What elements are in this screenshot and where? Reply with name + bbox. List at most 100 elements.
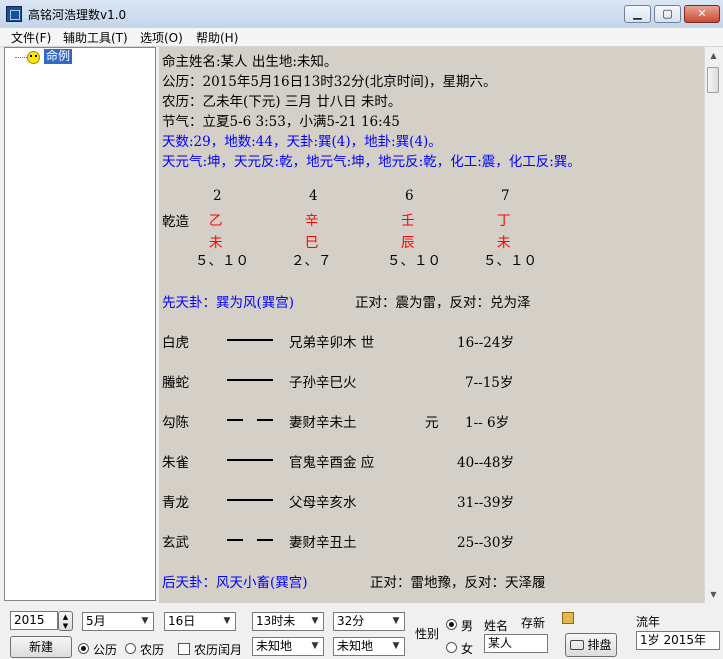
female-label: 女	[461, 642, 474, 656]
yao-mark: 元	[425, 415, 439, 431]
minute-value: 32分	[337, 614, 365, 628]
place1-value: 未知地	[256, 639, 293, 653]
chevron-down-icon: ▼	[392, 641, 400, 651]
year-value: 2015	[14, 613, 45, 627]
bazi-branch: 未	[209, 235, 223, 251]
yao-text: 官鬼辛酉金 应	[289, 455, 375, 471]
yao-text: 妻财辛未土	[289, 415, 357, 431]
title-bar: 高铭河浩理数v1.0 ▁ ▢ ✕	[0, 0, 723, 29]
yao-broken-line	[257, 539, 273, 541]
menu-tools[interactable]: 辅助工具(T)	[63, 29, 128, 46]
female-radio[interactable]	[446, 642, 457, 653]
yao-god: 白虎	[162, 335, 189, 351]
bazi-stem: 丁	[497, 213, 511, 229]
bazi-stem: 壬	[401, 213, 415, 229]
gongli-label: 公历	[93, 643, 118, 657]
pre-gua-title: 先天卦：巽为风(巽宫)	[162, 295, 295, 311]
yao-broken-line	[227, 419, 243, 421]
minimize-button[interactable]: ▁	[624, 5, 651, 23]
info-solar-terms: 节气：立夏5-6 3:53，小满5-21 16:45	[162, 114, 400, 130]
app-icon	[6, 6, 22, 22]
day-value: 16日	[168, 614, 196, 628]
runyue-checkbox[interactable]	[178, 643, 190, 655]
post-gua-title: 后天卦：风天小畜(巽宫)	[162, 575, 308, 591]
bazi-pair: ２、７	[291, 253, 332, 269]
yao-age: 16--24岁	[457, 335, 514, 351]
paipan-label: 排盘	[587, 638, 612, 652]
yao-solid-line	[227, 379, 273, 381]
liunian-label: 流年	[636, 615, 661, 629]
result-panel: 命主姓名:某人 出生地:未知。 公历：2015年5月16日13时32分(北京时间…	[159, 47, 704, 603]
window-title: 高铭河浩理数v1.0	[28, 8, 127, 22]
year-spinner[interactable]: ▲ ▼	[58, 611, 73, 631]
scroll-down-icon[interactable]: ▼	[705, 586, 722, 603]
yao-god: 螣蛇	[162, 375, 189, 391]
yao-text: 父母辛亥水	[289, 495, 357, 511]
day-select[interactable]: 16日 ▼	[164, 612, 236, 631]
bazi-branch: 辰	[401, 235, 415, 251]
scroll-up-icon[interactable]: ▲	[705, 47, 722, 64]
chevron-down-icon: ▼	[223, 616, 231, 626]
yao-god: 青龙	[162, 495, 189, 511]
close-button[interactable]: ✕	[684, 5, 720, 23]
runyue-label: 农历闰月	[194, 643, 243, 657]
menu-file[interactable]: 文件(F)	[11, 29, 51, 46]
input-panel: 2015 ▲ ▼ 5月 ▼ 16日 ▼ 13时未 ▼ 32分 ▼ 新建 公历 农历 农历闰…	[0, 603, 723, 659]
smiley-icon	[27, 51, 40, 64]
male-label: 男	[461, 619, 474, 633]
menu-help[interactable]: 帮助(H)	[196, 29, 238, 46]
bazi-pair: ５、１０	[195, 253, 249, 269]
name-field[interactable]: 某人	[484, 634, 548, 653]
save-icon[interactable]	[562, 612, 574, 624]
chevron-down-icon: ▼	[141, 616, 149, 626]
yao-age: 40--48岁	[457, 455, 514, 471]
bazi-stem: 乙	[209, 213, 223, 229]
place-select-2[interactable]: 未知地 ▼	[333, 637, 405, 656]
info-lunar-date: 农历：乙未年(下元) 三月 廿八日 未时。	[162, 94, 402, 110]
yao-age: 1-- 6岁	[465, 415, 510, 431]
gongli-radio[interactable]	[78, 643, 89, 654]
case-tree: 命例	[4, 47, 156, 601]
new-button[interactable]: 新建	[10, 636, 72, 658]
info-numbers: 天数:29，地数:44，天卦:巽(4)，地卦:巽(4)。	[162, 134, 442, 150]
info-yuanqi: 天元气:坤，天元反:乾，地元气:坤，地元反:乾，化工:震，化工反:巽。	[162, 154, 581, 170]
nongli-radio[interactable]	[125, 643, 136, 654]
yao-god: 勾陈	[162, 415, 189, 431]
hour-select[interactable]: 13时未 ▼	[252, 612, 324, 631]
hour-value: 13时未	[256, 614, 296, 628]
minute-select[interactable]: 32分 ▼	[333, 612, 405, 631]
maximize-button[interactable]: ▢	[654, 5, 681, 23]
place-select-1[interactable]: 未知地 ▼	[252, 637, 324, 656]
paipan-button[interactable]: 排盘	[565, 633, 617, 657]
yao-broken-line	[227, 539, 243, 541]
save-new-label[interactable]: 存新	[521, 614, 545, 631]
bazi-branch: 巳	[305, 235, 319, 251]
bazi-branch: 未	[497, 235, 511, 251]
bazi-number: 6	[405, 188, 414, 204]
info-name-line: 命主姓名:某人 出生地:未知。	[162, 54, 338, 70]
male-radio[interactable]	[446, 619, 457, 630]
name-value: 某人	[488, 636, 513, 650]
yao-text: 兄弟辛卯木 世	[289, 335, 375, 351]
menu-bar: 文件(F) 辅助工具(T) 选项(O) 帮助(H)	[0, 28, 723, 47]
bazi-number: 2	[213, 188, 222, 204]
chevron-down-icon: ▼	[311, 641, 319, 651]
bazi-label: 乾造	[162, 214, 189, 230]
vertical-scrollbar[interactable]: ▲ ▼	[704, 47, 722, 603]
bazi-pair: ５、１０	[387, 253, 441, 269]
yao-solid-line	[227, 459, 273, 461]
sex-label: 性别	[415, 627, 440, 641]
yao-age: 31--39岁	[457, 495, 514, 511]
yao-age: 25--30岁	[457, 535, 514, 551]
liunian-field[interactable]: 1岁 2015年	[636, 631, 720, 650]
yao-solid-line	[227, 339, 273, 341]
year-field[interactable]: 2015	[10, 611, 58, 630]
chevron-down-icon: ▼	[311, 616, 319, 626]
month-select[interactable]: 5月 ▼	[82, 612, 154, 631]
menu-options[interactable]: 选项(O)	[140, 29, 183, 46]
scroll-thumb[interactable]	[707, 67, 719, 93]
yao-god: 玄武	[162, 535, 189, 551]
yao-broken-line	[257, 419, 273, 421]
chevron-down-icon: ▼	[392, 616, 400, 626]
tree-item-case[interactable]: 命例	[44, 49, 73, 64]
